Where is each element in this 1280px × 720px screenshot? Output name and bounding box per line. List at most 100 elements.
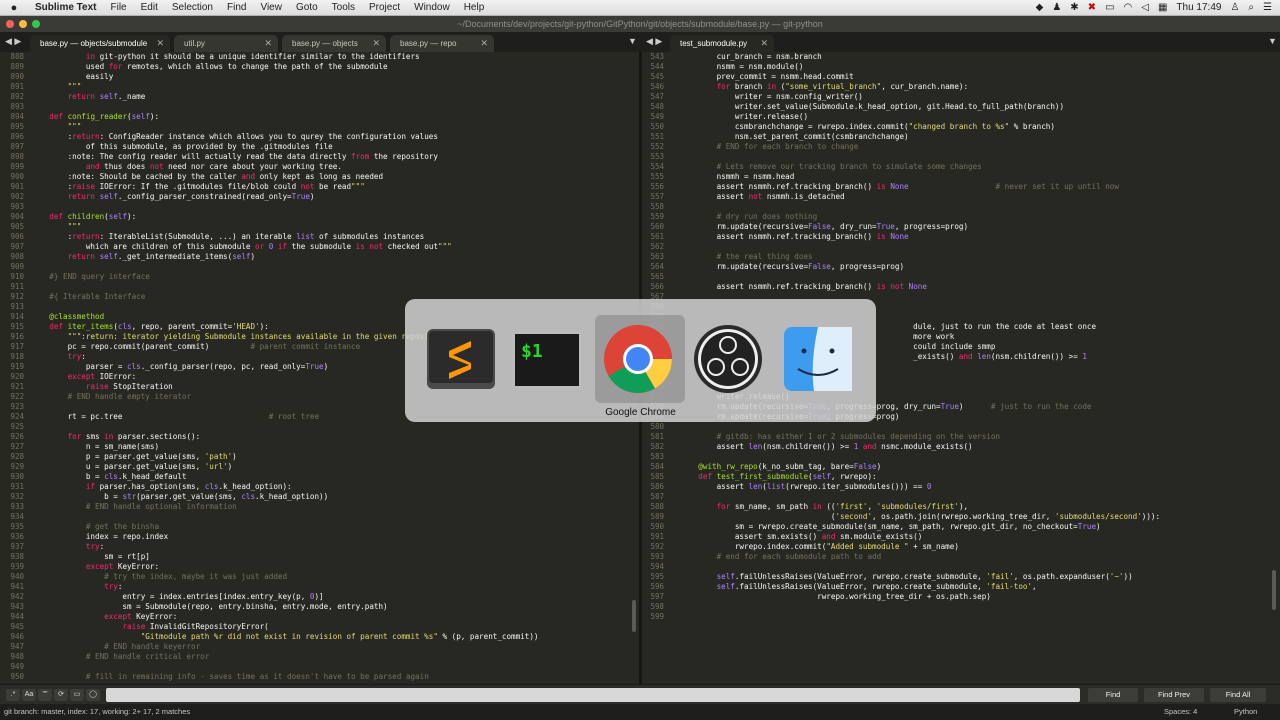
- code-line[interactable]: # get the binsha: [31, 522, 539, 532]
- code-line[interactable]: if parser.has_option(sms, cls.k_head_opt…: [31, 482, 539, 492]
- flag-icon[interactable]: ▦: [1158, 2, 1167, 13]
- code-line[interactable]: # END handle optional information: [31, 502, 539, 512]
- bluetooth-icon[interactable]: ✱: [1070, 2, 1078, 13]
- case-toggle[interactable]: Aa: [22, 689, 36, 701]
- code-line[interactable]: [680, 492, 1160, 502]
- obs-icon[interactable]: [690, 323, 766, 395]
- tab-base-objects[interactable]: base.py — objects ✕: [282, 35, 386, 52]
- close-icon[interactable]: ✖: [1088, 2, 1096, 13]
- code-line[interactable]: raise InvalidGitRepositoryError(: [31, 622, 539, 632]
- code-line[interactable]: nsmm = nsm.module(): [680, 62, 1160, 72]
- apple-icon[interactable]: ●: [0, 2, 28, 14]
- code-line[interactable]: for sm_name, sm_path in (('first', 'subm…: [680, 502, 1160, 512]
- menu-goto[interactable]: Goto: [289, 2, 325, 13]
- code-line[interactable]: [31, 102, 539, 112]
- menu-window[interactable]: Window: [407, 2, 457, 13]
- code-line[interactable]: # end for each submodule path to add: [680, 552, 1160, 562]
- code-line[interactable]: assert not nsmmh.is_detached: [680, 192, 1160, 202]
- code-line[interactable]: assert nsmmh.ref.tracking_branch() is No…: [680, 182, 1160, 192]
- code-line[interactable]: [31, 662, 539, 672]
- code-line[interactable]: p = parser.get_value(sms, 'path'): [31, 452, 539, 462]
- scrollbar[interactable]: [1272, 570, 1276, 610]
- code-line[interactable]: prev_commit = nsmm.head.commit: [680, 72, 1160, 82]
- code-line[interactable]: try:: [31, 582, 539, 592]
- spotlight-icon[interactable]: ⌕: [1248, 2, 1254, 13]
- regex-toggle[interactable]: .*: [6, 689, 20, 701]
- code-line[interactable]: [31, 282, 539, 292]
- code-line[interactable]: cur_branch = nsm.branch: [680, 52, 1160, 62]
- code-line[interactable]: # Lets remove our tracking branch to sim…: [680, 162, 1160, 172]
- finder-icon[interactable]: [780, 323, 856, 395]
- find-button[interactable]: Find: [1088, 688, 1138, 702]
- code-line[interactable]: # END for each branch to change: [680, 142, 1160, 152]
- code-line[interactable]: @with_rw_repo(k_no_subm_tag, bare=False): [680, 462, 1160, 472]
- user-icon[interactable]: ♙: [1230, 2, 1239, 13]
- list-icon[interactable]: ☰: [1263, 2, 1272, 13]
- tab-overflow-icon[interactable]: ▼: [1268, 36, 1277, 46]
- menu-find[interactable]: Find: [220, 2, 253, 13]
- code-line[interactable]: [680, 152, 1160, 162]
- close-window-button[interactable]: [6, 20, 14, 28]
- chrome-icon[interactable]: [600, 323, 676, 395]
- tabs-scroll-right-icon[interactable]: ◀ ▶: [646, 36, 662, 47]
- code-line[interactable]: b = str(parser.get_value(sms, cls.k_head…: [31, 492, 539, 502]
- tabs-scroll-left-icon[interactable]: ◀ ▶: [5, 36, 21, 47]
- code-line[interactable]: [680, 422, 1160, 432]
- notification-icon[interactable]: ♟: [1052, 2, 1061, 13]
- dropbox-icon[interactable]: ◆: [1036, 2, 1044, 13]
- code-line[interactable]: except KeyError:: [31, 612, 539, 622]
- code-line[interactable]: """: [31, 82, 539, 92]
- whole-word-toggle[interactable]: "": [38, 689, 52, 701]
- code-line[interactable]: in git-python it should be a unique iden…: [31, 52, 539, 62]
- menu-view[interactable]: View: [253, 2, 289, 13]
- code-line[interactable]: nsm.set_parent_commit(csmbranchchange): [680, 132, 1160, 142]
- find-all-button[interactable]: Find All: [1210, 688, 1266, 702]
- menu-project[interactable]: Project: [362, 2, 407, 13]
- clock[interactable]: Thu 17:49: [1176, 2, 1221, 13]
- code-line[interactable]: writer.set_value(Submodule.k_head_option…: [680, 102, 1160, 112]
- code-line[interactable]: rm.update(recursive=False, progress=prog…: [680, 262, 1160, 272]
- code-line[interactable]: """: [31, 122, 539, 132]
- code-line[interactable]: try:: [31, 542, 539, 552]
- zoom-window-button[interactable]: [32, 20, 40, 28]
- close-tab-icon[interactable]: ✕: [760, 35, 768, 52]
- code-line[interactable]: return self._name: [31, 92, 539, 102]
- code-line[interactable]: # END handle keyerror: [31, 642, 539, 652]
- code-line[interactable]: for branch in ("some_virtual_branch", cu…: [680, 82, 1160, 92]
- code-line[interactable]: sm = rt[p]: [31, 552, 539, 562]
- volume-icon[interactable]: ◁: [1141, 2, 1149, 13]
- menu-tools[interactable]: Tools: [325, 2, 362, 13]
- code-line[interactable]: sm = rwrepo.create_submodule(sm_name, sm…: [680, 522, 1160, 532]
- code-line[interactable]: [680, 612, 1160, 622]
- code-line[interactable]: rwrepo.working_tree_dir + os.path.sep): [680, 592, 1160, 602]
- code-line[interactable]: "Gitmodule path %r did not exist in revi…: [31, 632, 539, 642]
- code-line[interactable]: def config_reader(self):: [31, 112, 539, 122]
- sublime-text-icon[interactable]: [423, 323, 499, 395]
- tab-util[interactable]: util.py ✕: [174, 35, 278, 52]
- code-line[interactable]: entry = index.entries[index.entry_key(p,…: [31, 592, 539, 602]
- code-line[interactable]: # END handle critical error: [31, 652, 539, 662]
- code-line[interactable]: [31, 262, 539, 272]
- code-line[interactable]: """: [31, 222, 539, 232]
- code-line[interactable]: :note: Should be cached by the caller an…: [31, 172, 539, 182]
- code-line[interactable]: rm.update(recursive=False, dry_run=True,…: [680, 222, 1160, 232]
- close-tab-icon[interactable]: ✕: [480, 35, 488, 52]
- code-line[interactable]: which are children of this submodule or …: [31, 242, 539, 252]
- code-line[interactable]: for sms in parser.sections():: [31, 432, 539, 442]
- tab-base-submodule[interactable]: base.py — objects/submodule ✕: [30, 35, 170, 52]
- code-line[interactable]: nsmmh = nsmm.head: [680, 172, 1160, 182]
- find-input[interactable]: [106, 688, 1080, 702]
- code-line[interactable]: n = sm_name(sms): [31, 442, 539, 452]
- code-line[interactable]: # gitdb: has either 1 or 2 submodules de…: [680, 432, 1160, 442]
- code-line[interactable]: self.failUnlessRaises(ValueError, rwrepo…: [680, 572, 1160, 582]
- code-line[interactable]: :raise IOError: If the .gitmodules file/…: [31, 182, 539, 192]
- code-line[interactable]: [680, 602, 1160, 612]
- syntax-setting[interactable]: Python: [1234, 704, 1257, 720]
- tab-test-submodule[interactable]: test_submodule.py ✕: [670, 35, 774, 52]
- code-line[interactable]: def children(self):: [31, 212, 539, 222]
- code-line[interactable]: self.failUnlessRaises(ValueError, rwrepo…: [680, 582, 1160, 592]
- code-line[interactable]: #} END query interface: [31, 272, 539, 282]
- code-line[interactable]: assert nsmmh.ref.tracking_branch() is no…: [680, 282, 1160, 292]
- code-line[interactable]: [680, 272, 1160, 282]
- terminal-icon[interactable]: $1: [509, 323, 585, 395]
